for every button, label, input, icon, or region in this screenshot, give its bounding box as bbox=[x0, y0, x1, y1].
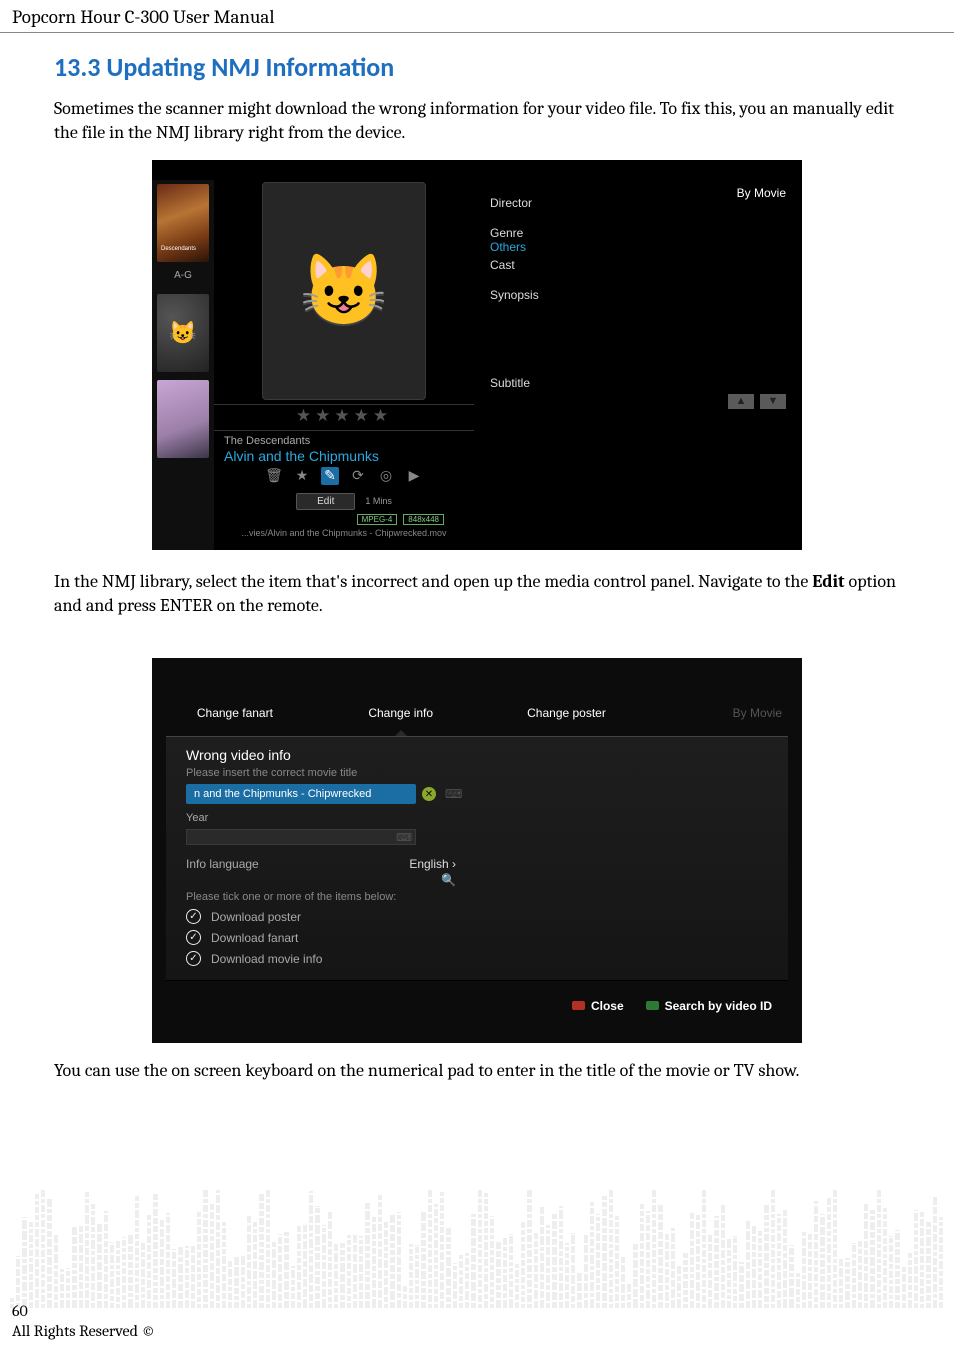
tab-change-info[interactable]: Change info bbox=[318, 700, 484, 726]
selected-title: Alvin and the Chipmunks bbox=[214, 448, 474, 467]
sidebar-thumb-next[interactable] bbox=[157, 380, 209, 458]
duration-label: 1 Mins bbox=[365, 496, 392, 506]
change-info-screenshot: Change fanart Change info Change poster … bbox=[152, 658, 802, 1043]
edit-icon[interactable]: ✎ bbox=[321, 467, 339, 485]
panel-subtitle-1: Please insert the correct movie title bbox=[186, 767, 768, 779]
year-input[interactable]: ⌨ bbox=[186, 829, 416, 845]
meta-genre: Genre bbox=[490, 226, 786, 240]
info-language-value[interactable]: English › bbox=[409, 857, 456, 871]
checkbox-fanart[interactable]: ✓ bbox=[186, 930, 201, 945]
sort-by-movie[interactable]: By Movie bbox=[737, 186, 786, 200]
sidebar-thumbnails: Descendants A-G 😺 bbox=[152, 180, 214, 550]
tab-by-movie: By Movie bbox=[649, 700, 802, 726]
paragraph-1: Sometimes the scanner might download the… bbox=[54, 97, 900, 146]
clear-icon[interactable]: ✕ bbox=[422, 787, 436, 801]
poster-preview: 😺 bbox=[262, 182, 426, 400]
search-by-video-id-button[interactable]: Search by video ID bbox=[646, 997, 772, 1015]
chipmunk-icon: 😺 bbox=[300, 250, 387, 332]
movie-title-input[interactable]: n and the Chipmunks - Chipwrecked bbox=[186, 784, 416, 804]
disc-icon[interactable]: ◎ bbox=[377, 467, 395, 485]
meta-cast: Cast bbox=[490, 258, 786, 272]
checkbox-movieinfo[interactable]: ✓ bbox=[186, 951, 201, 966]
refresh-icon[interactable]: ⟳ bbox=[349, 467, 367, 485]
rating-stars: ★★★★★ bbox=[214, 404, 474, 426]
sidebar-chip-ag[interactable]: A-G bbox=[157, 270, 209, 286]
nav-down-button[interactable]: ▼ bbox=[760, 394, 786, 409]
panel-title: Wrong video info bbox=[186, 747, 768, 763]
meta-synopsis: Synopsis bbox=[490, 288, 786, 302]
file-path: ...vies/Alvin and the Chipmunks - Chipwr… bbox=[214, 528, 474, 538]
meta-subtitle: Subtitle bbox=[490, 376, 786, 390]
sidebar-thumb-descendants[interactable]: Descendants bbox=[157, 184, 209, 262]
keyboard-icon[interactable]: ⌨ bbox=[445, 787, 462, 801]
copyright: All Rights Reserved © bbox=[12, 1322, 155, 1340]
page-header: Popcorn Hour C-300 User Manual bbox=[0, 0, 954, 33]
keyboard-icon: ⌨ bbox=[396, 831, 412, 844]
page-number: 60 bbox=[12, 1302, 28, 1320]
section-heading: 13.3 Updating NMJ Information bbox=[54, 51, 900, 83]
play-icon[interactable]: ▶ bbox=[405, 467, 423, 485]
chipmunk-icon: 😺 bbox=[169, 320, 196, 346]
star-icon[interactable]: ★ bbox=[293, 467, 311, 485]
edit-button[interactable]: Edit bbox=[296, 493, 355, 510]
paragraph-3: You can use the on screen keyboard on th… bbox=[54, 1059, 900, 1083]
previous-title: The Descendants bbox=[214, 433, 474, 448]
search-icon[interactable]: 🔍 bbox=[186, 873, 456, 887]
year-label: Year bbox=[186, 812, 768, 824]
info-language-label: Info language bbox=[186, 857, 259, 871]
resolution-badge: 848x448 bbox=[403, 514, 444, 525]
panel-subtitle-2: Please tick one or more of the items bel… bbox=[186, 891, 768, 903]
checkbox-poster-label: Download poster bbox=[211, 910, 301, 924]
codec-badge: MPEG-4 bbox=[357, 514, 398, 525]
checkbox-fanart-label: Download fanart bbox=[211, 931, 298, 945]
checkbox-poster[interactable]: ✓ bbox=[186, 909, 201, 924]
close-button[interactable]: Close bbox=[572, 997, 624, 1015]
paragraph-2: In the NMJ library, select the item that… bbox=[54, 570, 900, 619]
checkbox-movieinfo-label: Download movie info bbox=[211, 952, 322, 966]
sidebar-thumb-alvin[interactable]: 😺 bbox=[157, 294, 209, 372]
nav-up-button[interactable]: ▲ bbox=[728, 394, 754, 409]
tab-change-fanart[interactable]: Change fanart bbox=[152, 700, 318, 726]
tab-change-poster[interactable]: Change poster bbox=[484, 700, 650, 726]
nmj-library-screenshot: Descendants A-G 😺 😺 ★★★★★ The Descendant… bbox=[152, 160, 802, 550]
trash-icon[interactable]: 🗑 bbox=[265, 467, 283, 485]
footer-skyline-decoration bbox=[0, 1168, 954, 1308]
meta-genre-value: Others bbox=[490, 240, 786, 254]
